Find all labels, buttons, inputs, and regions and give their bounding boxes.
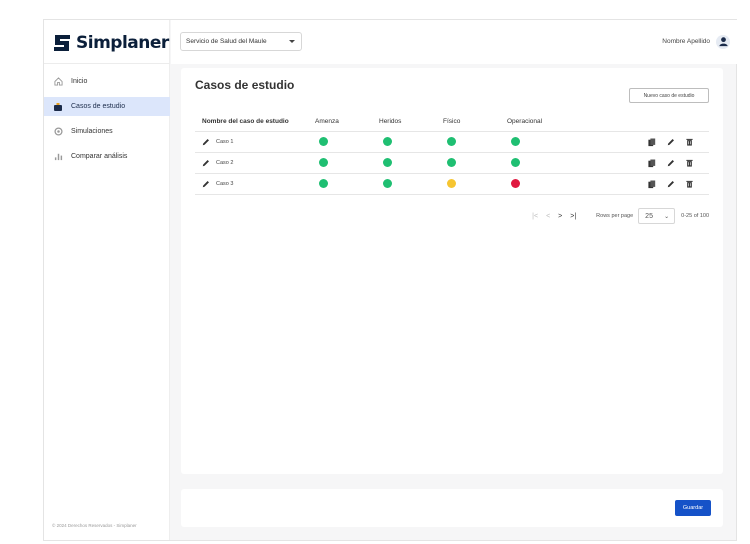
copyright-text: © 2024 Derechos Reservados - Simplaner [52,523,137,528]
user-menu[interactable]: Nombre Apellido [662,32,730,51]
organization-select[interactable]: Servicio de Salud del Maule [180,32,302,51]
column-header-name: Nombre del caso de estudio [202,118,289,125]
operacional-cell [504,136,568,148]
status-dot-yellow [447,178,456,188]
column-header-amenaza: Amenza [315,118,339,125]
sidebar-item-label: Casos de estudio [71,103,126,110]
status-dot-green [383,178,392,188]
new-case-button[interactable]: Nuevo caso de estudio [629,88,709,103]
last-page-icon[interactable]: >| [570,213,576,220]
edit-icon[interactable] [667,138,675,146]
prev-page-icon[interactable]: < [546,213,550,220]
case-name-cell[interactable]: Caso 2 [195,159,312,167]
table-row: Caso 1 [195,132,709,153]
sidebar-item-label: Inicio [71,78,88,85]
status-dot-green [319,157,328,167]
bottom-bar: Guardar [181,489,723,527]
copy-icon[interactable] [648,138,656,147]
table-body: Caso 1 Caso 2 Caso 3 [195,132,709,195]
copy-icon[interactable] [648,159,656,168]
pencil-icon[interactable] [202,159,210,167]
cases-table: Nombre del caso de estudio Amenza Herido… [195,112,709,195]
app-frame: Simplaner Inicio Casos de estudio Simula… [43,19,737,541]
caret-down-icon [289,40,295,43]
pencil-icon[interactable] [202,138,210,146]
case-name: Caso 3 [216,181,234,187]
amenaza-cell [312,136,376,148]
fisico-cell [440,157,504,169]
column-header-fisico: Físico [443,118,461,125]
amenaza-cell [312,178,376,190]
row-actions [568,180,709,189]
sidebar-item-label: Simulaciones [71,128,113,135]
status-dot-green [319,136,328,146]
status-dot-green [511,136,520,146]
sidebar-divider [44,63,170,64]
rows-per-page-label: Rows per page [596,213,634,219]
status-dot-green [447,136,456,146]
briefcase-icon [53,102,63,112]
rows-per-page-select[interactable]: 25 ⌄ [638,208,676,224]
status-dot-green [383,136,392,146]
sidebar-item-comparar-analisis[interactable]: Comparar análisis [44,147,170,166]
sidebar-item-casos-de-estudio[interactable]: Casos de estudio [44,97,170,116]
brand-logo[interactable]: Simplaner [52,31,169,55]
column-header-operacional: Operacional [507,118,543,125]
chevron-down-icon: ⌄ [664,214,670,220]
status-dot-red [511,178,520,188]
sidebar-nav: Inicio Casos de estudio Simulaciones Com… [44,72,170,172]
row-actions [568,138,709,147]
save-button[interactable]: Guardar [675,500,711,516]
amenaza-cell [312,157,376,169]
sidebar: Simplaner Inicio Casos de estudio Simula… [44,20,170,540]
row-actions [568,159,709,168]
top-bar: Servicio de Salud del Maule Nombre Apell… [171,20,737,64]
table-row: Caso 3 [195,174,709,195]
status-dot-green [319,178,328,188]
copy-icon[interactable] [648,180,656,189]
next-page-icon[interactable]: > [558,213,562,220]
case-name-cell[interactable]: Caso 3 [195,180,312,188]
status-dot-green [511,157,520,167]
column-header-heridos: Heridos [379,118,402,125]
status-dot-green [383,157,392,167]
fisico-cell [440,136,504,148]
pagination: |< < > >| Rows per page 25 ⌄ 0-25 of 100 [195,207,709,225]
status-dot-green [447,157,456,167]
trash-icon[interactable] [686,138,693,146]
pencil-icon[interactable] [202,180,210,188]
main-card: Casos de estudio Nuevo caso de estudio N… [181,68,723,474]
home-icon [53,77,63,87]
logo-mark-icon [52,34,72,52]
sidebar-item-simulaciones[interactable]: Simulaciones [44,122,170,141]
case-name: Caso 2 [216,160,234,166]
heridos-cell [376,178,440,190]
user-name: Nombre Apellido [662,38,710,45]
heridos-cell [376,157,440,169]
edit-icon[interactable] [667,159,675,167]
edit-icon[interactable] [667,180,675,188]
operacional-cell [504,157,568,169]
trash-icon[interactable] [686,159,693,167]
table-header: Nombre del caso de estudio Amenza Herido… [195,112,709,132]
fisico-cell [440,178,504,190]
first-page-icon[interactable]: |< [532,213,538,220]
case-name-cell[interactable]: Caso 1 [195,138,312,146]
user-avatar-icon[interactable] [716,34,730,49]
table-row: Caso 2 [195,153,709,174]
organization-select-value: Servicio de Salud del Maule [186,38,267,45]
brand-name: Simplaner [76,33,169,53]
sidebar-item-label: Comparar análisis [71,153,128,160]
pagination-range: 0-25 of 100 [681,213,709,219]
operacional-cell [504,178,568,190]
heridos-cell [376,136,440,148]
rows-per-page-value: 25 [645,212,653,220]
gear-icon [53,127,63,137]
case-name: Caso 1 [216,139,234,145]
page-title: Casos de estudio [195,78,295,92]
sidebar-item-inicio[interactable]: Inicio [44,72,170,91]
trash-icon[interactable] [686,180,693,188]
bar-chart-icon [53,152,63,162]
